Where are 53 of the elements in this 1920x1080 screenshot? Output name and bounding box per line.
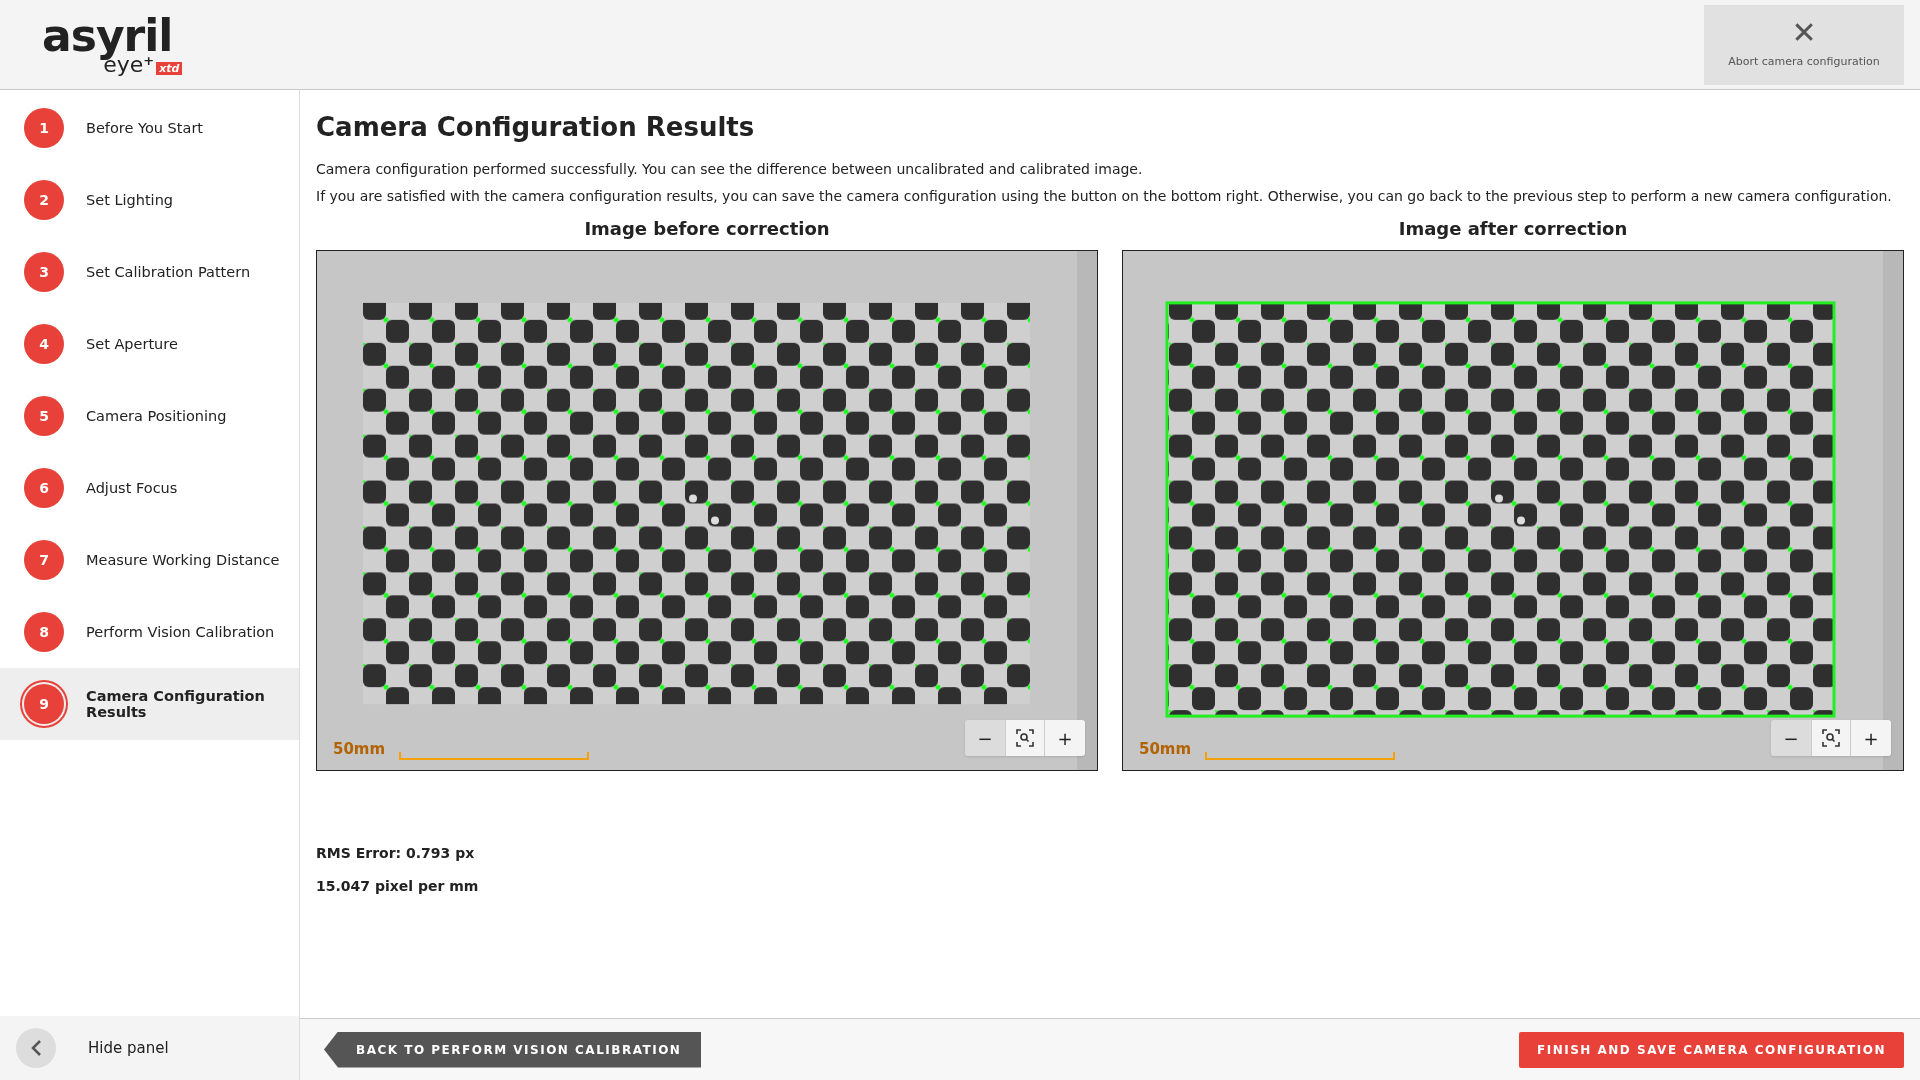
zoom-in-button[interactable]: + <box>1045 720 1085 756</box>
step-number: 5 <box>24 396 64 436</box>
zoom-fit-button[interactable] <box>1811 720 1851 756</box>
abort-button[interactable]: ✕ Abort camera configuration <box>1704 4 1904 85</box>
scale-label: 50mm <box>1139 738 1192 760</box>
description-text: Camera configuration performed successfully. You can see the difference between uncalibrated and calibrated image. <box>316 160 1144 179</box>
step-label: Set Lighting <box>86 192 174 208</box>
step-label: Set Aperture <box>86 336 178 352</box>
zoom-in-button[interactable]: + <box>1851 720 1891 756</box>
back-button[interactable]: BACK TO PERFORM VISION CALIBRATION <box>324 1031 702 1068</box>
step-label: Before You Start <box>86 120 204 136</box>
step-label: Camera Configuration Results <box>86 688 266 720</box>
page-title: Camera Configuration Results <box>316 111 756 144</box>
metric-text: RMS Error: 0.793 px <box>316 844 476 863</box>
image-heading: Image before correction <box>583 217 831 241</box>
scale-label: 50mm <box>333 738 386 760</box>
step-item[interactable]: 1 Before You Start <box>0 92 299 164</box>
step-item[interactable]: 9 Camera Configuration Results <box>0 668 299 740</box>
finish-button[interactable]: FINISH AND SAVE CAMERA CONFIGURATION <box>1519 1031 1904 1068</box>
image-heading: Image after correction <box>1397 217 1629 241</box>
zoom-out-button[interactable]: − <box>965 720 1005 756</box>
zoom-fit-button[interactable] <box>1005 720 1045 756</box>
step-item[interactable]: 6 Adjust Focus <box>0 452 299 524</box>
step-item[interactable]: 3 Set Calibration Pattern <box>0 236 299 308</box>
step-number: 2 <box>24 180 64 220</box>
scale-bar-icon <box>399 752 590 760</box>
zoom-out-button[interactable]: − <box>1771 720 1811 756</box>
step-label: Set Calibration Pattern <box>86 264 251 280</box>
step-number: 3 <box>24 252 64 292</box>
step-label: Measure Working Distance <box>86 552 280 568</box>
step-item[interactable]: 8 Perform Vision Calibration <box>0 596 299 668</box>
metric-text: 15.047 pixel per mm <box>316 877 480 896</box>
logo-tag: xtd <box>156 61 183 75</box>
zoom-fit-icon <box>1822 729 1840 747</box>
step-item[interactable]: 5 Camera Positioning <box>0 380 299 452</box>
step-number: 1 <box>24 108 64 148</box>
hide-panel-link[interactable]: Hide panel <box>88 1036 169 1060</box>
step-label: Adjust Focus <box>86 480 178 496</box>
close-icon: ✕ <box>1791 18 1817 49</box>
collapse-icon[interactable] <box>16 1028 56 1068</box>
step-label: Perform Vision Calibration <box>86 624 275 640</box>
scale-bar-icon <box>1205 752 1396 760</box>
step-number: 4 <box>24 324 64 364</box>
step-number: 8 <box>24 612 64 652</box>
step-number: 7 <box>24 540 64 580</box>
description-text: If you are satisfied with the camera configuration results, you can save the camera configuration using the button on the bottom right. Otherwise, you can go back to the previous step to perform a new camera configuration. <box>316 187 1893 206</box>
step-item[interactable]: 7 Measure Working Distance <box>0 524 299 596</box>
step-item[interactable]: 2 Set Lighting <box>0 164 299 236</box>
step-number: 6 <box>24 468 64 508</box>
zoom-fit-icon <box>1016 729 1034 747</box>
step-label: Camera Positioning <box>86 408 227 424</box>
step-item[interactable]: 4 Set Aperture <box>0 308 299 380</box>
step-number: 9 <box>24 684 64 724</box>
